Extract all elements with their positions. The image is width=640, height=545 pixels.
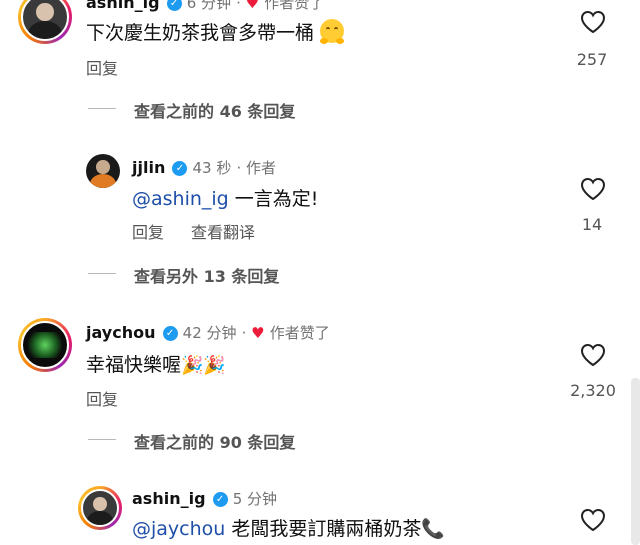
like-heart-icon[interactable] [580, 508, 606, 532]
like-heart-icon[interactable] [580, 10, 606, 34]
reply-button[interactable]: 回复 [132, 219, 164, 243]
avatar[interactable] [78, 486, 122, 530]
timestamp: 43 秒 [192, 159, 232, 177]
reply-button[interactable]: 回复 [86, 386, 118, 410]
scrollbar[interactable] [631, 378, 640, 545]
verified-badge-icon: ✓ [172, 161, 188, 176]
verified-badge-icon: ✓ [162, 326, 178, 341]
reply-button[interactable]: 回复 [86, 55, 118, 79]
comment-header: ashin_ig ✓ 6 分钟 · ♥ 作者赞了 [86, 0, 324, 13]
like-count: 257 [576, 50, 608, 69]
view-more-replies[interactable]: 查看之前的 90 条回复 [134, 429, 295, 453]
timestamp: 6 分钟 [186, 0, 232, 12]
comment-text: @jaychou 老闆我要訂購兩桶奶茶📞 [132, 518, 446, 540]
author-liked-label: 作者赞了 [264, 0, 325, 12]
verified-badge-icon: ✓ [212, 492, 228, 507]
comment-text: @ashin_ig 一言為定! [132, 188, 319, 210]
see-translation-button[interactable]: 查看翻译 [191, 219, 255, 243]
like-heart-icon[interactable] [580, 343, 606, 367]
author-label: 作者 [246, 159, 277, 177]
mention-link[interactable]: @ashin_ig [132, 188, 229, 210]
telephone-icon: 📞 [421, 518, 446, 540]
view-more-replies[interactable]: 查看另外 13 条回复 [134, 263, 279, 287]
divider-line [88, 108, 116, 109]
timestamp: 42 分钟 [182, 324, 237, 342]
username[interactable]: ashin_ig [132, 489, 206, 508]
divider-line [88, 273, 116, 274]
mention-link[interactable]: @jaychou [132, 518, 225, 540]
comment-header: jaychou ✓ 42 分钟 · ♥ 作者赞了 [86, 323, 330, 342]
comment-text: 下次慶生奶茶我會多帶一桶 [86, 18, 345, 45]
liked-heart-icon: ♥ [245, 0, 260, 12]
comment-text: 幸福快樂喔🎉🎉 [86, 354, 226, 376]
liked-heart-icon: ♥ [251, 324, 265, 342]
smiling-hug-emoji-icon [320, 19, 345, 44]
username[interactable]: jaychou [86, 323, 155, 342]
like-count: 14 [581, 215, 603, 234]
author-liked-label: 作者赞了 [269, 324, 330, 342]
avatar[interactable] [18, 0, 72, 44]
username[interactable]: ashin_ig [86, 0, 160, 12]
username[interactable]: jjlin [132, 158, 165, 177]
comment-header: jjlin ✓ 43 秒 · 作者 [132, 158, 277, 177]
divider-line [88, 439, 116, 440]
comment-header: ashin_ig ✓ 5 分钟 [132, 488, 277, 509]
view-more-replies[interactable]: 查看之前的 46 条回复 [134, 98, 295, 122]
like-heart-icon[interactable] [580, 177, 606, 201]
avatar[interactable] [86, 154, 120, 188]
party-popper-icon: 🎉🎉 [181, 355, 226, 376]
like-count: 2,320 [570, 381, 616, 400]
timestamp: 5 分钟 [232, 490, 278, 508]
avatar[interactable] [18, 318, 72, 372]
verified-badge-icon: ✓ [166, 0, 182, 11]
